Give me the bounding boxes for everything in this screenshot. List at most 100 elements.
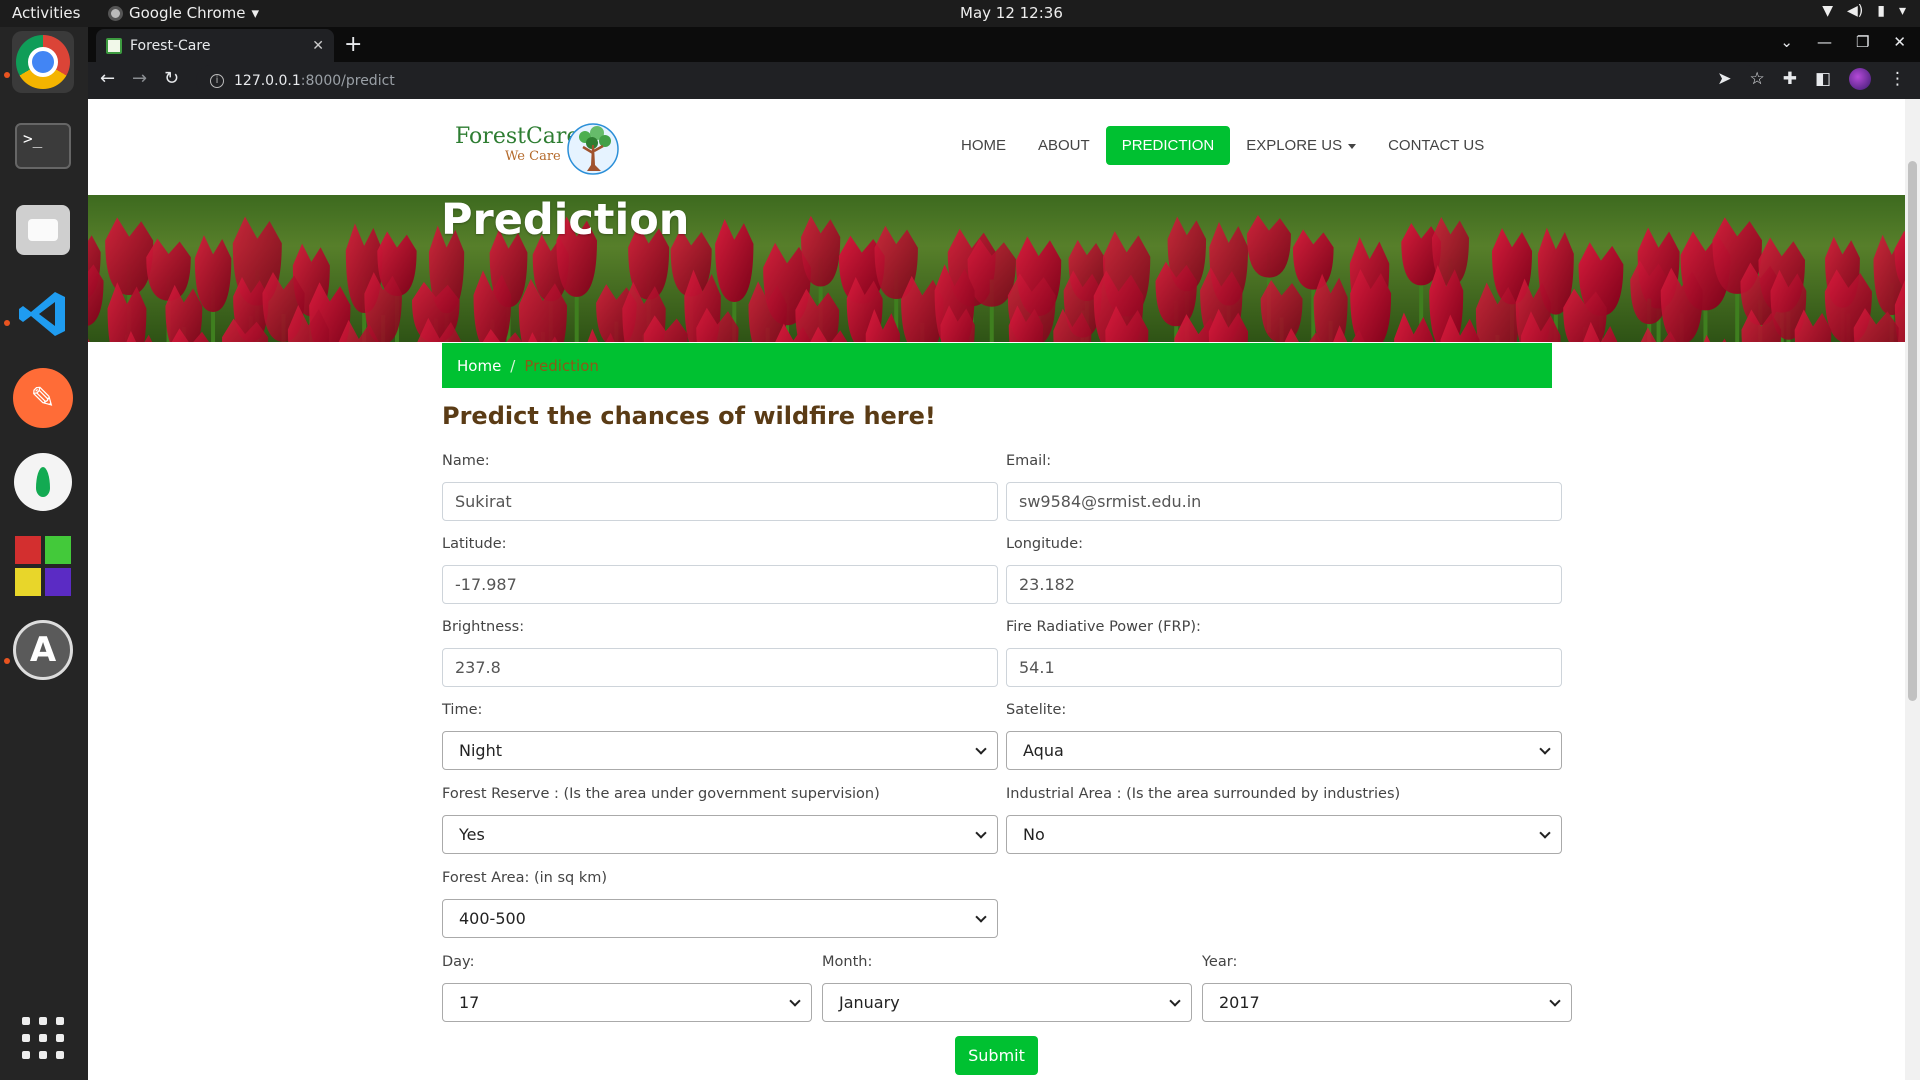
forest-area-select[interactable]: 400-500 [442,899,998,938]
frp-label: Fire Radiative Power (FRP): [1006,619,1201,635]
tab-title: Forest-Care [130,37,211,54]
app-name: Google Chrome [129,4,246,22]
email-field-group: Email: sw9584@srmist.edu.in [1006,452,1562,521]
chevron-down-icon [1539,742,1551,755]
chevron-down-icon [1169,994,1181,1007]
site-info-icon[interactable]: i [210,73,224,88]
forest-reserve-select-value: Yes [459,825,485,844]
url-path: :8000/predict [300,72,395,89]
dock-files[interactable] [12,199,74,261]
time-select-value: Night [459,741,502,760]
time-label: Time: [442,702,483,718]
clock[interactable]: May 12 12:36 [960,4,1063,22]
month-select-value: January [839,993,900,1012]
forward-icon[interactable]: → [132,68,147,89]
hero-banner: Prediction [88,195,1905,342]
email-input[interactable]: sw9584@srmist.edu.in [1006,482,1562,521]
app-grid-icon [22,1017,64,1059]
address-bar[interactable]: i 127.0.0.1:8000/predict [196,65,1761,96]
url-host: 127.0.0.1 [234,72,301,89]
mongodb-icon [14,453,72,511]
month-select[interactable]: January [822,983,1192,1022]
files-icon [16,205,70,255]
industrial-area-select-value: No [1023,825,1045,844]
dock-blocks-app[interactable] [12,535,74,597]
day-select[interactable]: 17 [442,983,812,1022]
year-field-group: Year: 2017 [1202,953,1572,1022]
page-viewport: ForestCare We Care HOME ABOUT PREDICTION… [88,99,1920,1080]
favicon-icon [106,37,122,54]
longitude-field-group: Longitude: 23.182 [1006,535,1562,604]
dock-postman[interactable]: ✎ [12,367,74,429]
reload-icon[interactable]: ↻ [164,68,179,89]
nav-home[interactable]: HOME [945,126,1022,165]
industrial-area-select[interactable]: No [1006,815,1562,854]
nav-about[interactable]: ABOUT [1022,126,1106,165]
app-menu[interactable]: Google Chrome ▾ [108,4,259,22]
longitude-label: Longitude: [1006,536,1084,552]
tab-search-icon[interactable]: ⌄ [1780,33,1793,51]
latitude-input[interactable]: -17.987 [442,565,998,604]
longitude-input[interactable]: 23.182 [1006,565,1562,604]
running-indicator [4,320,10,326]
breadcrumb-current: Prediction [524,356,599,375]
new-tab-button[interactable]: + [344,32,362,57]
browser-tab[interactable]: Forest-Care ✕ [96,29,334,62]
submit-button[interactable]: Submit [955,1036,1038,1075]
brightness-input[interactable]: 237.8 [442,648,998,687]
satelite-select[interactable]: Aqua [1006,731,1562,770]
system-tray[interactable]: ▼ ◀) ▮ ▾ [1822,3,1906,19]
frp-input[interactable]: 54.1 [1006,648,1562,687]
industrial-area-label: Industrial Area : (Is the area surrounde… [1006,786,1401,802]
dock-vscode[interactable] [12,283,74,345]
time-field-group: Time: Night [442,701,998,770]
menu-kebab-icon[interactable]: ⋮ [1889,69,1906,89]
dock-software-store[interactable]: A [12,619,74,681]
dock: >_ ✎ A [0,27,88,1080]
forest-reserve-select[interactable]: Yes [442,815,998,854]
postman-icon: ✎ [13,368,73,428]
form-heading: Predict the chances of wildfire here! [442,402,936,430]
tab-strip: Forest-Care ✕ + ⌄ — ❐ ✕ [88,27,1920,62]
bookmark-star-icon[interactable]: ☆ [1749,69,1764,89]
activities-button[interactable]: Activities [12,4,80,22]
extensions-icon[interactable]: ✚ [1783,69,1797,89]
year-select-value: 2017 [1219,993,1260,1012]
nav-contact-us[interactable]: CONTACT US [1372,126,1500,165]
show-applications-button[interactable] [12,1007,74,1069]
side-panel-icon[interactable]: ◧ [1815,69,1831,89]
minimize-icon[interactable]: — [1817,33,1832,51]
volume-icon: ◀) [1847,3,1864,19]
back-icon[interactable]: ← [100,68,115,89]
restore-icon[interactable]: ❐ [1856,33,1869,51]
page-scrollbar[interactable] [1905,99,1920,1080]
browser-toolbar: ← → ↻ i 127.0.0.1:8000/predict ➤ ☆ ✚ ◧ ⋮ [88,62,1920,99]
dock-terminal[interactable]: >_ [12,115,74,177]
hero-title: Prediction [441,195,690,245]
latitude-field-group: Latitude: -17.987 [442,535,998,604]
nav-explore-us[interactable]: EXPLORE US [1230,126,1372,165]
day-label: Day: [442,954,475,970]
latitude-label: Latitude: [442,536,507,552]
dock-mongodb-compass[interactable] [12,451,74,513]
brightness-label: Brightness: [442,619,525,635]
chevron-down-icon [975,910,987,923]
close-window-icon[interactable]: ✕ [1893,33,1906,51]
name-input[interactable]: Sukirat [442,482,998,521]
satelite-label: Satelite: [1006,702,1067,718]
toolbar-actions: ➤ ☆ ✚ ◧ ⋮ [1717,68,1906,90]
profile-avatar[interactable] [1849,68,1871,90]
breadcrumb-home-link[interactable]: Home [457,357,501,375]
site-logo[interactable]: ForestCare We Care [455,121,635,177]
frp-field-group: Fire Radiative Power (FRP): 54.1 [1006,618,1562,687]
satelite-field-group: Satelite: Aqua [1006,701,1562,770]
time-select[interactable]: Night [442,731,998,770]
forest-area-select-value: 400-500 [459,909,526,928]
terminal-icon: >_ [15,123,71,169]
nav-prediction[interactable]: PREDICTION [1105,126,1231,165]
year-select[interactable]: 2017 [1202,983,1572,1022]
scrollbar-thumb[interactable] [1908,161,1917,701]
send-icon[interactable]: ➤ [1717,69,1731,89]
close-icon[interactable]: ✕ [312,38,324,54]
dock-chrome[interactable] [12,31,74,93]
